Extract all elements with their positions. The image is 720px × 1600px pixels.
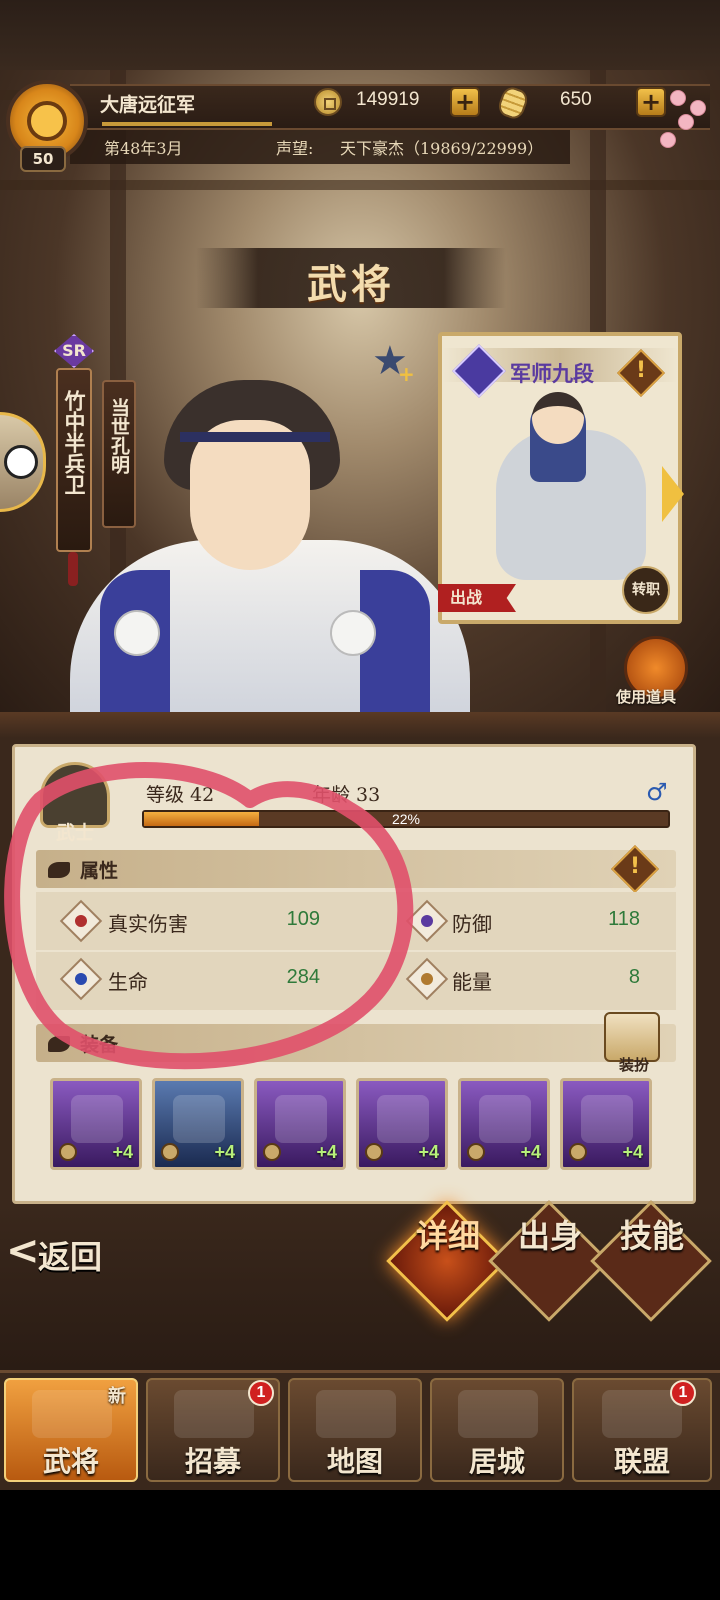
portrait-face (190, 420, 310, 570)
equip-slot-sash[interactable]: +4 (458, 1078, 550, 1170)
equip-level: +4 (622, 1142, 643, 1162)
equip-slot-robe[interactable]: +4 (356, 1078, 448, 1170)
attr-name: 生命 (108, 970, 148, 994)
attr-value: 118 (608, 908, 640, 930)
sash-icon (479, 1095, 531, 1143)
attr-value: 284 (286, 966, 320, 988)
top-strip (0, 0, 720, 70)
robe-icon (377, 1095, 429, 1143)
armor-icon (48, 1036, 70, 1052)
hero-portrait (60, 370, 480, 720)
tab-skills-label: 技能 (619, 1217, 684, 1255)
equip-level: +4 (316, 1142, 337, 1162)
class-name: 军师九段 (510, 361, 594, 386)
nav-alliance-label: 联盟 (613, 1445, 670, 1478)
army-name: 大唐远征军 (100, 94, 196, 116)
rider-head (532, 392, 584, 444)
gem-icon (161, 1143, 179, 1161)
gem-icon (467, 1143, 485, 1161)
koban-count: 650 (560, 89, 592, 110)
castle-icon (458, 1390, 538, 1438)
nav-map-label: 地图 (326, 1445, 383, 1478)
equip-level: +4 (112, 1142, 133, 1162)
plus-icon: + (398, 362, 415, 386)
attr-value: 8 (628, 966, 640, 988)
army-underline (102, 122, 272, 126)
hero-level: 等级 42 (146, 784, 215, 806)
gem-icon (365, 1143, 383, 1161)
tab-origin-label: 出身 (517, 1217, 582, 1255)
nav-castle-label: 居城 (468, 1445, 525, 1478)
portrait-pompom (114, 610, 160, 656)
equip-slot-fan[interactable]: +4 (50, 1078, 142, 1170)
attributes-header (36, 850, 676, 888)
game-screen: 50 大唐远征军 第48年3月 声望: 天下豪杰（19869/22999） 14… (0, 0, 720, 1600)
portrait-headband (180, 432, 330, 442)
coin-count: 149919 (356, 89, 420, 110)
katana-icon (174, 1390, 254, 1438)
gem-icon (263, 1143, 281, 1161)
new-tag: 新 (108, 1386, 126, 1407)
xp-percent: 22% (391, 811, 421, 827)
fame-label: 声望: (276, 139, 314, 158)
equip-level: +4 (214, 1142, 235, 1162)
player-level-badge: 50 (20, 146, 66, 172)
male-icon: ♂ (646, 778, 668, 806)
attr-name: 防御 (452, 912, 492, 936)
back-label: 返回 (38, 1238, 103, 1276)
attr-name: 真实伤害 (108, 912, 188, 936)
attributes-label: 属性 (80, 860, 119, 882)
gem-icon (59, 1143, 77, 1161)
equip-slot-tassel[interactable]: +4 (152, 1078, 244, 1170)
gem-icon (569, 1143, 587, 1161)
use-item-label: 使用道具 (616, 688, 677, 706)
fan-icon (71, 1095, 123, 1143)
panel-rim (0, 712, 720, 738)
equipment-label: 装备 (80, 1034, 119, 1056)
cherry-blossom-decoration (660, 86, 714, 156)
nav-recruit-label: 招募 (184, 1445, 241, 1478)
nav-generals-label: 武将 (42, 1445, 99, 1478)
coin-icon (314, 88, 342, 116)
fame-value: 天下豪杰（19869/22999） (340, 139, 544, 158)
attr-name: 能量 (452, 970, 492, 994)
panda-icon (4, 445, 38, 479)
tassel-icon (173, 1095, 225, 1143)
notification-badge: 1 (248, 1380, 274, 1406)
sortie-tag: 出战 (438, 584, 516, 612)
tab-details-label: 详细 (415, 1217, 480, 1255)
add-coins-button[interactable]: + (450, 87, 480, 117)
back-arrow-icon: < (6, 1228, 40, 1274)
system-bar (0, 1490, 720, 1600)
scroll-map-icon (316, 1390, 396, 1438)
feather-icon (48, 862, 70, 878)
equip-slot-sandals[interactable]: +4 (560, 1078, 652, 1170)
portrait-pompom (330, 610, 376, 656)
roof-beam (0, 180, 720, 190)
hat-icon (275, 1095, 327, 1143)
sandals-icon (581, 1095, 633, 1143)
game-date: 第48年3月 (104, 139, 183, 158)
equip-level: +4 (520, 1142, 541, 1162)
dress-up-label: 装扮 (618, 1056, 649, 1074)
notification-badge: 1 (670, 1380, 696, 1406)
page-title: 武将 (307, 261, 395, 308)
clan-crest-icon (27, 101, 67, 141)
exclamation-icon: ! (629, 854, 641, 879)
equipment-header (36, 1024, 676, 1062)
attr-value: 109 (286, 908, 320, 930)
next-hero-arrow-icon[interactable] (662, 466, 684, 522)
change-job-button[interactable]: 转职 (622, 566, 670, 614)
equip-slot-hat[interactable]: +4 (254, 1078, 346, 1170)
samurai-helmet-icon (32, 1390, 112, 1438)
equip-level: +4 (418, 1142, 439, 1162)
exclamation-icon: ! (635, 358, 647, 383)
hero-age: 年龄 33 (312, 784, 381, 806)
rank-label: 武士 (56, 822, 95, 844)
